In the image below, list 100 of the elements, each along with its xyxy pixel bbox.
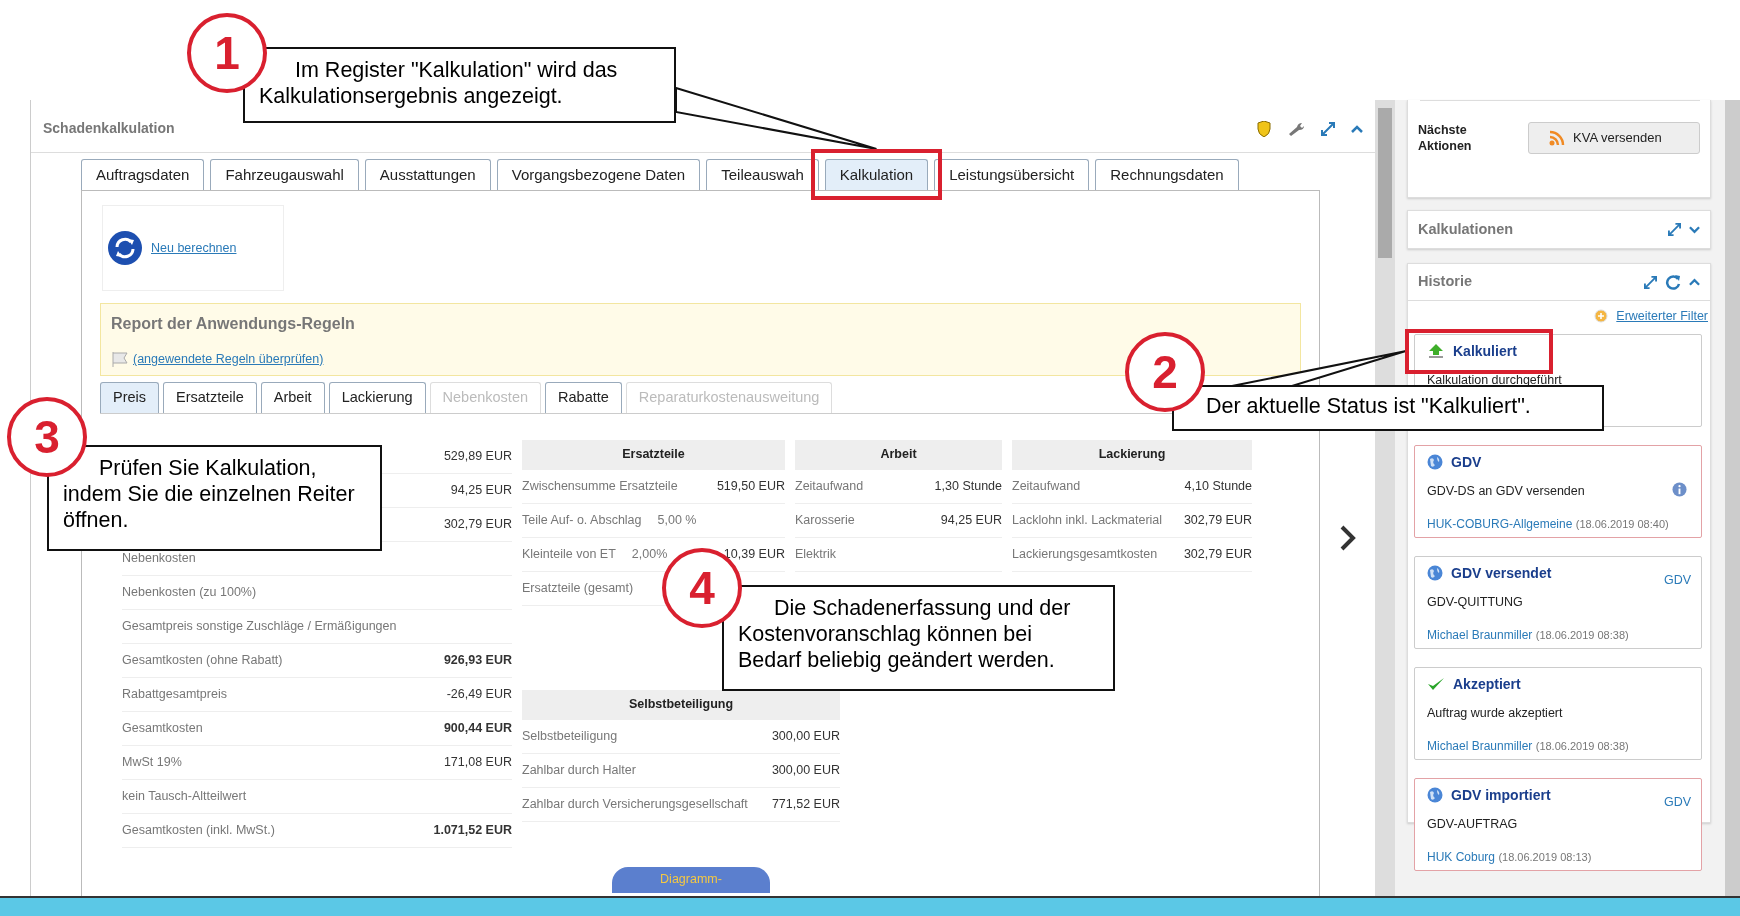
row-value: 926,93 EUR xyxy=(443,651,512,669)
row-label: Zahlbar durch Halter xyxy=(522,761,636,779)
table-header: Arbeit xyxy=(795,439,1002,470)
history-entry[interactable]: Akzeptiert Auftrag wurde akzeptiert Michael Braunmiller (18.06.2019 08:38) xyxy=(1414,666,1702,760)
tab[interactable]: Rechnungsdaten xyxy=(1095,159,1239,190)
row-label: Gesamtkosten (ohne Rabatt) xyxy=(122,651,283,669)
table-header: Lackierung xyxy=(1012,439,1252,470)
row-label: Nebenkosten xyxy=(122,549,196,567)
author-link[interactable]: Michael Braunmiller xyxy=(1427,627,1533,642)
upload-arrow-icon xyxy=(1427,343,1445,360)
report-title: Report der Anwendungs-Regeln xyxy=(111,314,356,334)
history-entry[interactable]: GDV GDV-DS an GDV versenden HUK-COBURG-Allgemeine (18.06.2019 08:40) xyxy=(1414,444,1702,538)
chevron-up-icon[interactable] xyxy=(1689,278,1700,286)
row-label: Lacklohn inkl. Lackmaterial xyxy=(1012,511,1163,529)
row-value: 302,79 EUR xyxy=(443,515,512,533)
row-label: Ersatzteile (gesamt) xyxy=(522,579,634,597)
row-value: 1,30 Stunde xyxy=(934,477,1002,495)
tab[interactable]: Vorgangsbezogene Daten xyxy=(496,159,701,190)
author-link[interactable]: HUK Coburg xyxy=(1427,849,1496,864)
refresh-icon[interactable] xyxy=(1665,274,1681,290)
history-entry[interactable]: GDV importiert GDV GDV-AUFTRAG HUK Coburg (18.06.2019 08:13) xyxy=(1414,777,1702,871)
entry-time: (18.06.2019 08:38) xyxy=(1535,739,1629,752)
globe-icon xyxy=(1427,565,1443,582)
entry-title: Kalkuliert xyxy=(1453,341,1517,361)
tab[interactable]: Auftragsdaten xyxy=(81,159,205,190)
advanced-filter-link[interactable]: Erweiterter Filter xyxy=(1616,307,1708,326)
tab[interactable]: Rabatte xyxy=(545,381,622,413)
row-label: Kleinteile von ET xyxy=(522,545,616,563)
tab[interactable]: Preis xyxy=(100,381,160,413)
row-value: -26,49 EUR xyxy=(446,685,512,703)
row-value: 10,39 EUR xyxy=(723,545,785,563)
row-label: Zahlbar durch Versicherungsgesellschaft xyxy=(522,795,748,813)
panel-title: Schadenkalkulation xyxy=(43,119,175,138)
row-label: Teile Auf- o. Abschlag xyxy=(522,511,642,529)
tab[interactable]: Ersatzteile xyxy=(163,381,257,413)
send-kva-button[interactable]: KVA versenden xyxy=(1528,122,1700,154)
table-header: Selbstbeteiligung xyxy=(522,689,840,720)
row-value: 900,44 EUR xyxy=(443,719,512,737)
history-entry[interactable]: GDV versendet GDV GDV-QUITTUNG Michael Braunmiller (18.06.2019 08:38) xyxy=(1414,555,1702,649)
entry-text: GDV-DS an GDV versenden xyxy=(1427,482,1586,500)
row-label: Zeitaufwand xyxy=(795,477,864,495)
tab[interactable]: Kalkulation xyxy=(824,159,929,190)
expand-icon[interactable] xyxy=(1668,223,1681,236)
tab[interactable]: Ausstattungen xyxy=(364,159,491,190)
refresh-icon[interactable] xyxy=(107,230,143,266)
row-value: 4,10 Stunde xyxy=(1184,477,1252,495)
row-label: Gesamtkosten (inkl. MwSt.) xyxy=(122,821,275,839)
row-value: 300,00 EUR xyxy=(771,761,840,779)
tab[interactable]: Lackierung xyxy=(328,381,426,413)
callout-tooltip: Die Schadenerfassung und der Kostenvoranschlag können bei Bedarf beliebig geändert werden. xyxy=(722,585,1115,691)
row-label: Gesamtkosten xyxy=(122,719,203,737)
row-value: 94,25 EUR xyxy=(940,511,1002,529)
tab[interactable]: Teileauswah xyxy=(706,159,819,190)
row-value: 302,79 EUR xyxy=(1183,545,1252,563)
entry-time: (18.06.2019 08:38) xyxy=(1535,628,1629,641)
chevron-down-icon[interactable] xyxy=(1689,225,1700,234)
globe-icon xyxy=(1427,454,1443,471)
panel-title: Historie xyxy=(1418,272,1472,292)
row-value: 300,00 EUR xyxy=(771,727,840,745)
entry-title: Akzeptiert xyxy=(1453,674,1521,694)
row-label: MwSt 19% xyxy=(122,753,182,771)
chevron-right-icon[interactable] xyxy=(1340,525,1357,551)
author-link[interactable]: HUK-COBURG-Allgemeine xyxy=(1427,516,1573,531)
shield-icon[interactable] xyxy=(1257,120,1271,137)
chevron-up-icon[interactable] xyxy=(1351,124,1363,133)
row-label: Rabattgesamtpreis xyxy=(122,685,227,703)
check-icon xyxy=(1427,677,1445,692)
info-icon[interactable] xyxy=(1672,481,1687,497)
row-value: 1.071,52 EUR xyxy=(433,821,512,839)
tab[interactable]: Arbeit xyxy=(260,381,325,413)
scrollbar[interactable] xyxy=(1725,100,1740,896)
row-value: 171,08 EUR xyxy=(443,753,512,771)
row-label: Nebenkosten (zu 100%) xyxy=(122,583,257,601)
entry-text: GDV-QUITTUNG xyxy=(1427,593,1524,611)
row-label: Elektrik xyxy=(795,545,836,563)
tab[interactable]: Leistungsübersicht xyxy=(934,159,1090,190)
entry-source: GDV xyxy=(1663,571,1691,589)
row-value: 519,50 EUR xyxy=(716,477,785,495)
row-rate: 2,00% xyxy=(631,545,668,563)
entry-title: GDV versendet xyxy=(1451,563,1552,583)
expand-icon[interactable] xyxy=(1321,121,1335,136)
row-label: Zeitaufwand xyxy=(1012,477,1081,495)
flag-icon xyxy=(111,351,129,368)
row-label: Lackierungsgesamtkosten xyxy=(1012,545,1158,563)
next-actions-label: Nächste Aktionen xyxy=(1418,122,1473,154)
row-label: Karosserie xyxy=(795,511,855,529)
entry-time: (18.06.2019 08:13) xyxy=(1498,850,1592,863)
tab[interactable]: Fahrzeugauswahl xyxy=(210,159,359,190)
row-label: Selbstbeteiligung xyxy=(522,727,618,745)
row-value: 529,89 EUR xyxy=(443,447,512,465)
row-label: Gesamtpreis sonstige Zuschläge / Ermäßigungen xyxy=(122,617,397,635)
recalculate-link[interactable]: Neu berechnen xyxy=(151,238,237,258)
expand-icon[interactable] xyxy=(1644,275,1657,289)
entry-text: GDV-AUFTRAG xyxy=(1427,815,1519,833)
row-rate: 5,00 % xyxy=(657,511,697,529)
wrench-icon[interactable] xyxy=(1287,121,1305,136)
check-rules-link[interactable]: (angewendete Regeln überprüfen) xyxy=(133,350,324,369)
author-link[interactable]: Michael Braunmiller xyxy=(1427,738,1533,753)
row-label: Zwischensumme Ersatzteile xyxy=(522,477,678,495)
entry-text: Auftrag wurde akzeptiert xyxy=(1427,704,1564,722)
